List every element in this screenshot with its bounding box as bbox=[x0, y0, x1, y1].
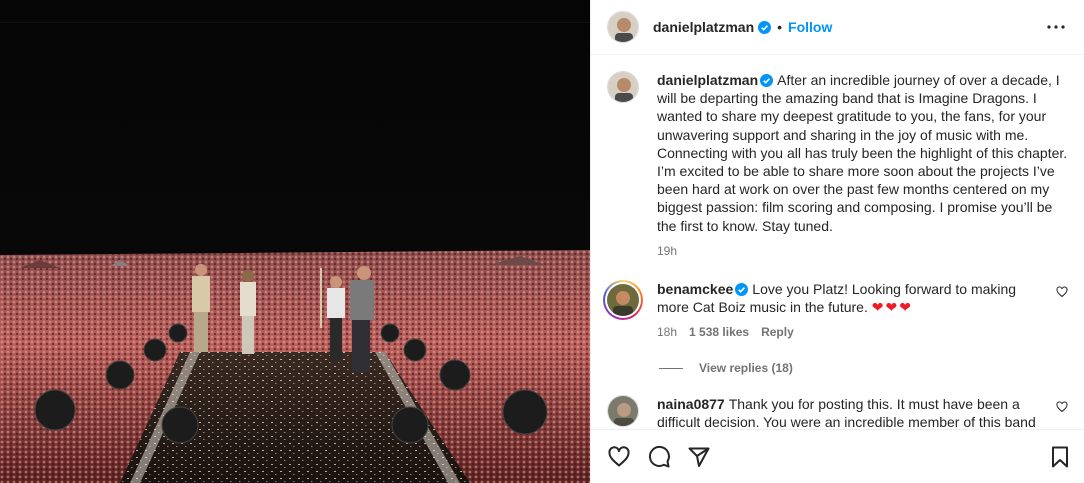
heart-emoji: ❤❤❤ bbox=[871, 299, 913, 316]
avatar bbox=[607, 283, 639, 316]
concert-stage-image bbox=[0, 0, 590, 483]
post-details-panel: danielplatzman • Follow danielplatzman Af… bbox=[590, 0, 1084, 483]
post-photo bbox=[0, 0, 590, 483]
comment-item: naina0877 Thank you for posting this. It … bbox=[607, 395, 1068, 429]
caption: danielplatzman After an incredible journe… bbox=[607, 71, 1068, 258]
post-author-username[interactable]: danielplatzman bbox=[653, 19, 754, 35]
caption-body: After an incredible journey of over a de… bbox=[657, 72, 1068, 234]
avatar[interactable] bbox=[607, 11, 639, 43]
verified-badge-icon bbox=[735, 282, 749, 296]
caption-text: danielplatzman After an incredible journe… bbox=[657, 71, 1068, 235]
heart-icon[interactable] bbox=[607, 445, 631, 469]
post-action-bar bbox=[591, 429, 1084, 483]
story-ring[interactable] bbox=[603, 279, 643, 320]
avatar[interactable] bbox=[607, 71, 639, 103]
share-icon[interactable] bbox=[687, 445, 711, 469]
comment-icon[interactable] bbox=[647, 445, 671, 469]
like-comment-heart-icon[interactable] bbox=[1056, 286, 1068, 298]
comment-timestamp[interactable]: 18h bbox=[657, 325, 677, 339]
more-options-icon[interactable] bbox=[1044, 15, 1068, 39]
reply-button[interactable]: Reply bbox=[761, 325, 794, 339]
comment-username[interactable]: naina0877 bbox=[657, 396, 725, 412]
comment-likes-count[interactable]: 1 538 likes bbox=[689, 325, 749, 339]
separator-dot: • bbox=[777, 19, 783, 35]
view-replies-label: View replies (18) bbox=[699, 361, 793, 376]
replies-divider bbox=[659, 367, 683, 369]
follow-button[interactable]: Follow bbox=[788, 19, 832, 35]
like-comment-heart-icon[interactable] bbox=[1056, 401, 1068, 413]
comments-list[interactable]: danielplatzman After an incredible journe… bbox=[591, 55, 1084, 429]
post-header: danielplatzman • Follow bbox=[591, 0, 1084, 55]
bookmark-icon[interactable] bbox=[1048, 445, 1072, 469]
avatar[interactable] bbox=[607, 395, 639, 428]
comment-username[interactable]: benamckee bbox=[657, 281, 733, 297]
comment-item: benamckee Love you Platz! Looking forward… bbox=[603, 279, 1068, 339]
verified-badge-icon bbox=[758, 20, 772, 34]
verified-badge-icon bbox=[760, 74, 774, 87]
caption-timestamp[interactable]: 19h bbox=[657, 244, 677, 258]
caption-username[interactable]: danielplatzman bbox=[657, 72, 758, 88]
view-replies-button[interactable]: View replies (18) bbox=[659, 361, 1068, 375]
